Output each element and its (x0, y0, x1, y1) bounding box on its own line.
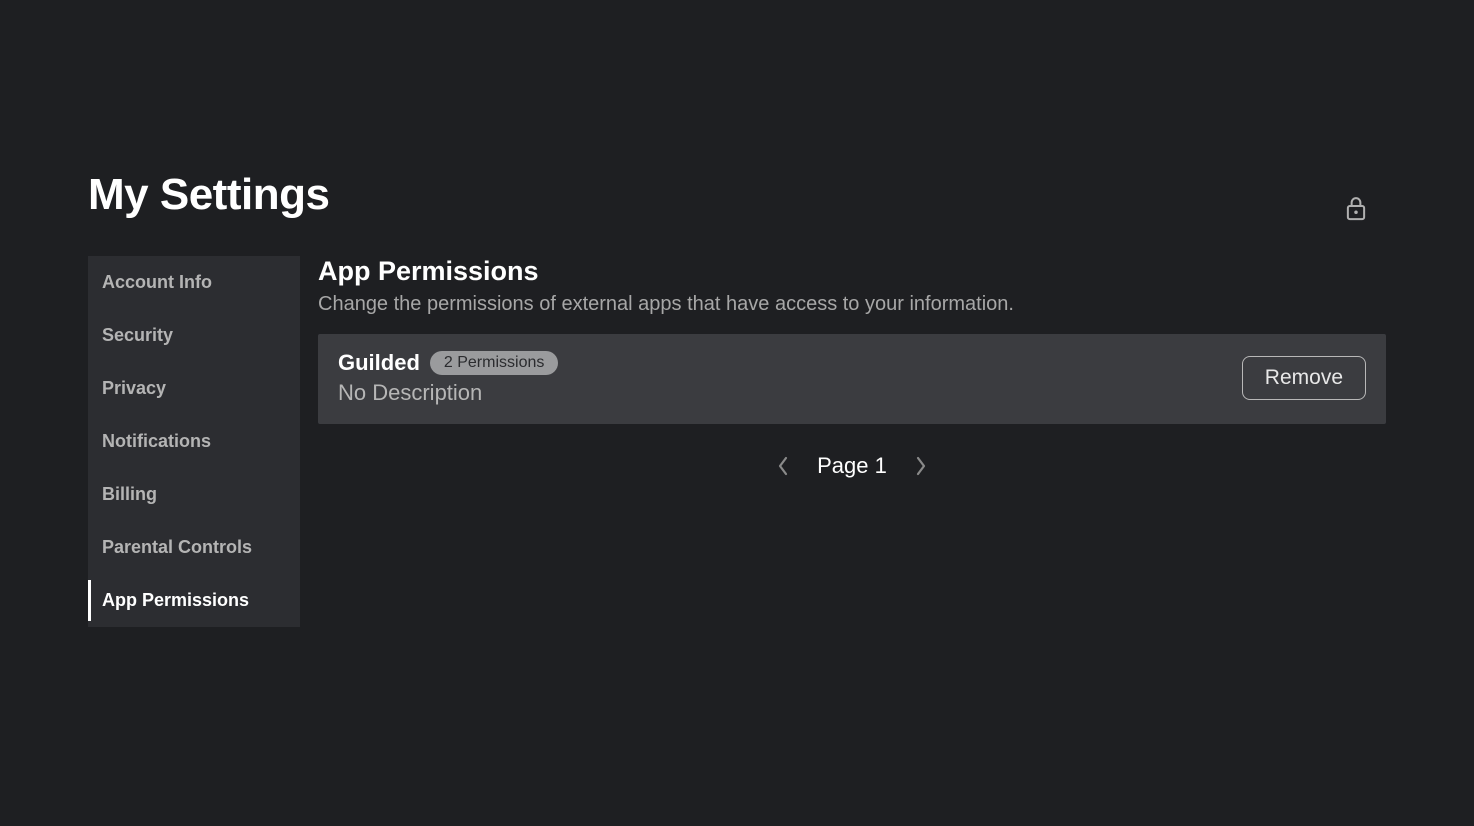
app-description: No Description (338, 380, 558, 406)
remove-button[interactable]: Remove (1242, 356, 1366, 400)
section-subtitle: Change the permissions of external apps … (318, 293, 1386, 316)
pagination: Page 1 (318, 452, 1386, 480)
main-content: App Permissions Change the permissions o… (318, 256, 1386, 627)
lock-icon (1346, 196, 1366, 220)
page-title: My Settings (88, 170, 1386, 220)
permission-count-badge: 2 Permissions (430, 351, 558, 375)
page-label: Page 1 (817, 453, 887, 479)
sidebar-item-app-permissions[interactable]: App Permissions (88, 574, 300, 627)
chevron-left-icon[interactable] (775, 452, 791, 480)
section-heading: App Permissions (318, 256, 1386, 287)
sidebar-item-parental-controls[interactable]: Parental Controls (88, 521, 300, 574)
app-name: Guilded (338, 350, 420, 376)
app-permission-card[interactable]: Guilded 2 Permissions No Description Rem… (318, 334, 1386, 424)
chevron-right-icon[interactable] (913, 452, 929, 480)
sidebar-item-security[interactable]: Security (88, 309, 300, 362)
sidebar-item-account-info[interactable]: Account Info (88, 256, 300, 309)
sidebar-item-privacy[interactable]: Privacy (88, 362, 300, 415)
sidebar-item-notifications[interactable]: Notifications (88, 415, 300, 468)
sidebar-item-billing[interactable]: Billing (88, 468, 300, 521)
settings-sidebar: Account Info Security Privacy Notificati… (88, 256, 300, 627)
